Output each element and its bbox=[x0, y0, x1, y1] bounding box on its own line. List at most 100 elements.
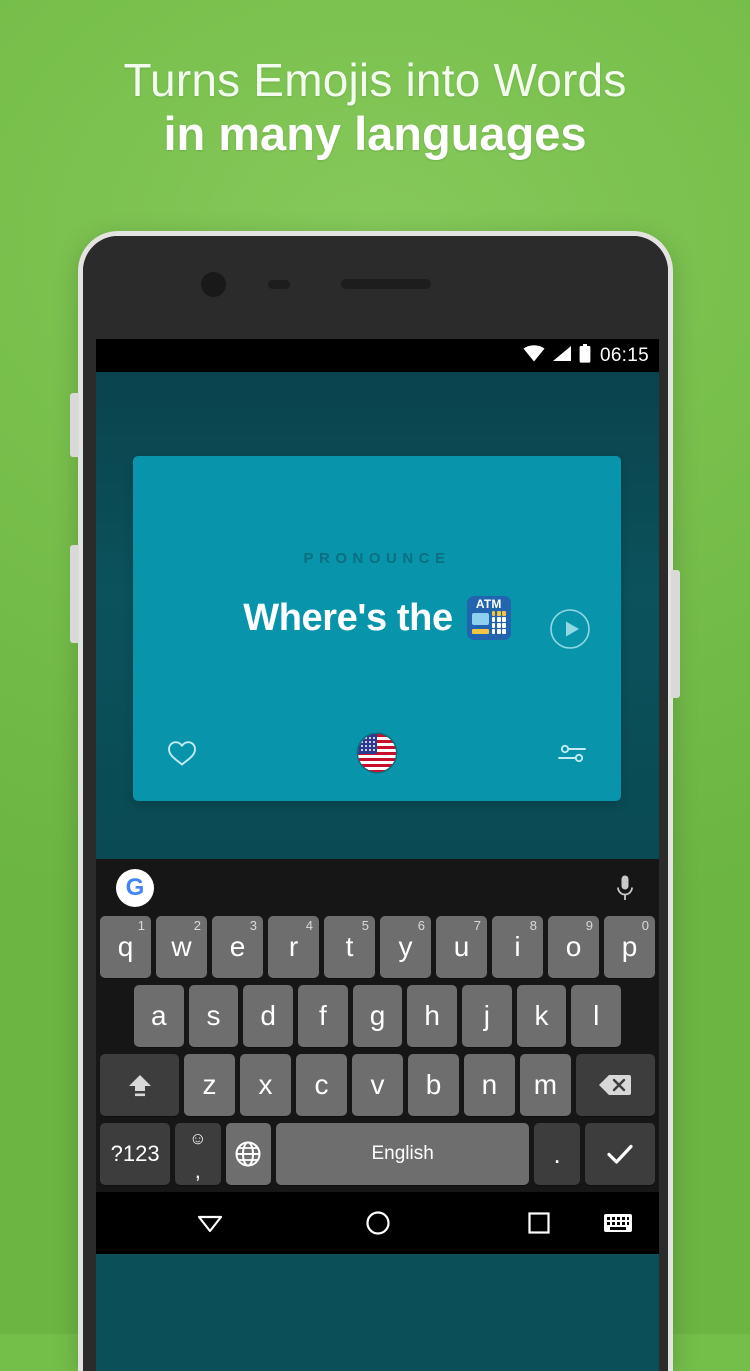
key-e[interactable]: 3e bbox=[212, 916, 263, 978]
favorite-heart-button[interactable] bbox=[163, 734, 201, 772]
nav-keyboard-icon[interactable] bbox=[603, 1212, 633, 1234]
phone-side-button-power[interactable] bbox=[671, 570, 680, 698]
key-t-label: t bbox=[345, 931, 354, 962]
microphone-icon[interactable] bbox=[611, 873, 639, 903]
key-u-label: u bbox=[453, 931, 470, 962]
key-d[interactable]: d bbox=[243, 985, 293, 1047]
card-section-label: PRONOUNCE bbox=[303, 550, 451, 567]
status-bar: 06:15 bbox=[96, 339, 659, 372]
key-h[interactable]: h bbox=[407, 985, 458, 1047]
key-n[interactable]: n bbox=[463, 1054, 515, 1116]
key-q[interactable]: 1q bbox=[100, 916, 151, 978]
space-key[interactable]: English bbox=[275, 1123, 530, 1185]
key-c[interactable]: c bbox=[296, 1054, 347, 1116]
settings-sliders-button[interactable] bbox=[553, 734, 591, 772]
key-i-superscript: 8 bbox=[529, 918, 537, 933]
key-f[interactable]: f bbox=[298, 985, 348, 1047]
key-o[interactable]: 9o bbox=[548, 916, 599, 978]
keyboard-row-2: a s d f g h j k l bbox=[96, 985, 659, 1054]
key-w-superscript: 2 bbox=[193, 918, 201, 933]
symbols-key[interactable]: ?123 bbox=[100, 1123, 171, 1185]
key-u-superscript: 7 bbox=[473, 918, 481, 933]
speaker-grille-icon bbox=[341, 279, 431, 289]
phrase-text: Where's the bbox=[243, 596, 453, 639]
key-t-superscript: 5 bbox=[361, 918, 369, 933]
promo-headline: Turns Emojis into Words in many language… bbox=[0, 54, 750, 161]
key-s[interactable]: s bbox=[188, 985, 239, 1047]
google-logo-icon[interactable]: G bbox=[116, 868, 154, 907]
phone-side-button-volume-up[interactable] bbox=[70, 393, 79, 457]
key-p-label: p bbox=[621, 931, 638, 962]
status-bar-time: 06:15 bbox=[599, 344, 649, 366]
keyboard-row-3: z x c v b n m bbox=[96, 1054, 659, 1123]
key-i-label: i bbox=[514, 931, 521, 962]
headline-line-1: Turns Emojis into Words bbox=[123, 54, 627, 106]
emoji-smiley-icon: ☺ bbox=[189, 1129, 207, 1148]
key-x[interactable]: x bbox=[240, 1054, 292, 1116]
key-m[interactable]: m bbox=[519, 1054, 571, 1116]
key-k[interactable]: k bbox=[516, 985, 567, 1047]
key-t[interactable]: 5t bbox=[324, 916, 375, 978]
shift-key[interactable] bbox=[100, 1054, 180, 1116]
play-button[interactable] bbox=[549, 608, 591, 650]
period-key[interactable]: . bbox=[534, 1123, 580, 1185]
globe-language-key[interactable] bbox=[225, 1123, 271, 1185]
sensor-icon bbox=[268, 280, 290, 289]
key-r[interactable]: 4r bbox=[268, 916, 319, 978]
keyboard-suggestion-bar: G bbox=[96, 859, 659, 916]
key-q-label: q bbox=[117, 931, 134, 962]
key-y-label: y bbox=[398, 931, 413, 962]
app-content-area: PRONOUNCE Where's the ATM bbox=[96, 372, 659, 859]
battery-icon bbox=[579, 343, 591, 368]
comma-label: , bbox=[194, 1158, 201, 1183]
on-screen-keyboard[interactable]: G 1q 2w 3e 4r 5t 6y 7u 8i 9o 0 p a s d f… bbox=[96, 859, 659, 1192]
key-g[interactable]: g bbox=[352, 985, 403, 1047]
nav-recents-button[interactable] bbox=[527, 1211, 551, 1235]
key-o-superscript: 9 bbox=[585, 918, 593, 933]
key-p-superscript: 0 bbox=[641, 918, 649, 933]
key-j[interactable]: j bbox=[462, 985, 512, 1047]
key-z[interactable]: z bbox=[184, 1054, 236, 1116]
camera-icon bbox=[201, 272, 226, 297]
key-b[interactable]: b bbox=[407, 1054, 459, 1116]
key-q-superscript: 1 bbox=[137, 918, 145, 933]
atm-emoji-label: ATM bbox=[475, 597, 502, 611]
signal-icon bbox=[552, 345, 572, 367]
phone-side-button-volume-down[interactable] bbox=[70, 545, 79, 643]
key-i[interactable]: 8i bbox=[492, 916, 543, 978]
key-e-label: e bbox=[229, 931, 246, 962]
atm-emoji-screen bbox=[471, 613, 489, 625]
atm-emoji-slot bbox=[471, 629, 489, 634]
phrase-card[interactable]: PRONOUNCE Where's the ATM bbox=[133, 456, 621, 801]
us-flag-canton bbox=[358, 734, 377, 754]
key-u[interactable]: 7u bbox=[436, 916, 487, 978]
keyboard-row-1: 1q 2w 3e 4r 5t 6y 7u 8i 9o 0p bbox=[96, 916, 659, 985]
phone-top-bezel bbox=[83, 236, 668, 339]
enter-checkmark-key[interactable] bbox=[584, 1123, 655, 1185]
nav-home-button[interactable] bbox=[365, 1210, 391, 1236]
language-flag-button[interactable] bbox=[358, 734, 396, 772]
nav-back-button[interactable] bbox=[196, 1211, 224, 1235]
keyboard-row-4: ?123 ☺ , English . bbox=[96, 1123, 659, 1192]
headline-line-2: in many languages bbox=[163, 106, 587, 160]
phone-mockup: 06:15 PRONOUNCE Where's the ATM G 1 q 2 … bbox=[78, 231, 673, 1371]
phone-screen: 06:15 PRONOUNCE Where's the ATM G 1 q 2 … bbox=[96, 339, 659, 1371]
key-o-label: o bbox=[565, 931, 582, 962]
key-w-label: w bbox=[171, 931, 192, 962]
android-navigation-bar bbox=[96, 1192, 659, 1254]
atm-emoji: ATM bbox=[466, 596, 511, 640]
atm-emoji-keypad bbox=[491, 611, 506, 634]
key-a[interactable]: a bbox=[133, 985, 184, 1047]
key-l[interactable]: l bbox=[571, 985, 622, 1047]
key-r-label: r bbox=[288, 931, 299, 962]
key-r-superscript: 4 bbox=[305, 918, 313, 933]
key-p[interactable]: 0p bbox=[604, 916, 655, 978]
backspace-key[interactable] bbox=[575, 1054, 655, 1116]
wifi-icon bbox=[523, 344, 545, 367]
key-e-superscript: 3 bbox=[249, 918, 257, 933]
key-w[interactable]: 2w bbox=[156, 916, 207, 978]
phrase-row: Where's the ATM bbox=[133, 596, 621, 640]
emoji-comma-key[interactable]: ☺ , bbox=[175, 1123, 221, 1185]
key-y[interactable]: 6y bbox=[380, 916, 431, 978]
key-v[interactable]: v bbox=[352, 1054, 403, 1116]
